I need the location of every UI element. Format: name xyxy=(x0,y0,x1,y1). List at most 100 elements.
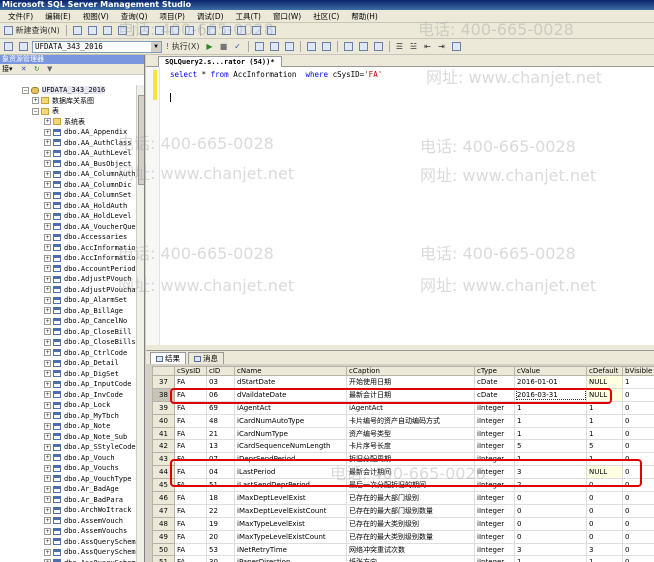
expand-icon[interactable]: + xyxy=(44,233,51,241)
tree-table-item[interactable]: + dbo.Ap_CancelNo xyxy=(0,316,136,327)
tab-results[interactable]: 结果 xyxy=(150,352,186,364)
cell-cName[interactable]: iMaxTypeLevelExist xyxy=(234,516,347,531)
cell-cSysID[interactable]: FA xyxy=(174,516,207,531)
tree-table-item[interactable]: + dbo.Ap_InputCode xyxy=(0,379,136,390)
expand-icon[interactable]: + xyxy=(44,391,51,399)
execute-button[interactable]: ! 执行(X) xyxy=(164,41,202,53)
expand-icon[interactable]: + xyxy=(44,328,51,336)
expand-icon[interactable]: + xyxy=(44,475,51,483)
database-select[interactable]: UFDATA_343_2016 ▼ xyxy=(32,40,162,53)
cell-bVisible[interactable]: 0 xyxy=(622,426,654,441)
menu-item-6[interactable]: 工具(T) xyxy=(230,11,267,22)
table-row[interactable]: 46 FA 18 iMaxDeptLevelExist 已存在的最大部门级别 iInteg… xyxy=(152,491,654,505)
cell-cID[interactable]: 21 xyxy=(206,426,235,441)
expand-icon[interactable]: + xyxy=(44,359,51,367)
tree-table-item[interactable]: + dbo.Ap_Note xyxy=(0,421,136,432)
cell-cType[interactable]: iInteger xyxy=(474,491,515,505)
new-file-button[interactable] xyxy=(71,25,84,37)
cell-cCaption[interactable]: 卡片编号的资产自动编码方式 xyxy=(346,413,475,428)
cell-cID[interactable]: 53 xyxy=(206,542,235,557)
table-row[interactable]: 50 FA 53 iNetRetryTime 网络冲突重试次数 iInteger 3 3 0 xyxy=(152,542,654,557)
cell-cName[interactable]: iMaxTypeLevelExistCount xyxy=(234,529,347,544)
cell-cSysID[interactable]: FA xyxy=(174,426,207,441)
uncomment-button[interactable]: ☱ xyxy=(408,41,420,53)
cell-cID[interactable]: 48 xyxy=(206,413,235,428)
tree-table-item[interactable]: + dbo.Ap_Vouch xyxy=(0,453,136,464)
tree-table-item[interactable]: + dbo.AdjustPVouch xyxy=(0,274,136,285)
tree-diagram-folder[interactable]: + 数据库关系图 xyxy=(0,96,136,107)
table-row[interactable]: 47 FA 22 iMaxDeptLevelExistCount 已存在的最大部门级别数… xyxy=(152,503,654,518)
explorer-toolbar[interactable]: 接▾ ✕ ↻ ▼ xyxy=(0,64,144,75)
expand-icon[interactable]: + xyxy=(44,496,51,504)
expand-icon[interactable]: + xyxy=(44,433,51,441)
column-header-cType[interactable]: cType xyxy=(474,366,515,376)
menu-item-0[interactable]: 文件(F) xyxy=(2,11,39,22)
tree-table-item[interactable]: + dbo.Ap_CloseBill xyxy=(0,327,136,338)
cell-cValue[interactable]: 0 xyxy=(514,491,587,505)
menu-item-4[interactable]: 项目(P) xyxy=(154,11,191,22)
tree-table-item[interactable]: + dbo.AA_BusObject xyxy=(0,159,136,170)
collapse-icon[interactable]: − xyxy=(32,107,39,115)
cell-cName[interactable]: iCardSequenceNumLength xyxy=(234,439,347,454)
tree-table-item[interactable]: + dbo.AccountPeriod xyxy=(0,264,136,275)
cell-cType[interactable]: iInteger xyxy=(474,503,515,518)
row-number[interactable]: 50 xyxy=(152,542,175,557)
cell-bVisible[interactable]: 0 xyxy=(622,529,654,544)
row-number[interactable]: 41 xyxy=(152,426,175,441)
properties-button[interactable] xyxy=(250,25,263,37)
query-designer-button[interactable] xyxy=(268,41,281,53)
tree-table-item[interactable]: + dbo.AA_Appendix xyxy=(0,127,136,138)
cell-cCaption[interactable]: 已存在的最大类别级别 xyxy=(346,516,475,531)
save-button[interactable] xyxy=(101,25,114,37)
expand-icon[interactable]: + xyxy=(44,370,51,378)
sql-editor[interactable]: select * from AccInformation where cSysI… xyxy=(146,67,654,345)
cell-cName[interactable]: iMaxDeptLevelExist xyxy=(234,491,347,505)
cell-cID[interactable]: 22 xyxy=(206,503,235,518)
dmx-query-button[interactable] xyxy=(168,25,181,37)
row-number[interactable]: 47 xyxy=(152,503,175,518)
cell-cDefault[interactable]: 0 xyxy=(586,516,623,531)
expand-icon[interactable]: + xyxy=(44,517,51,525)
cell-cDefault[interactable]: 1 xyxy=(586,413,623,428)
expand-icon[interactable]: + xyxy=(44,128,51,136)
cell-cType[interactable]: iInteger xyxy=(474,542,515,557)
tab-messages[interactable]: 消息 xyxy=(188,352,224,364)
expand-icon[interactable]: + xyxy=(44,191,51,199)
column-header-cDefault[interactable]: cDefault xyxy=(586,366,623,376)
tree-table-item[interactable]: + dbo.AssemVouch xyxy=(0,516,136,527)
tree-table-item[interactable]: + dbo.AdjustPVoucha xyxy=(0,285,136,296)
save-all-button[interactable] xyxy=(116,25,129,37)
cell-cCaption[interactable]: 资产编号类型 xyxy=(346,426,475,441)
cell-cDefault[interactable]: 0 xyxy=(586,529,623,544)
tree-table-item[interactable]: + dbo.AccInformatio xyxy=(0,253,136,264)
cell-bVisible[interactable]: 0 xyxy=(622,439,654,454)
cell-cCaption[interactable]: 纸张方向 xyxy=(346,555,475,562)
cell-cSysID[interactable]: FA xyxy=(174,491,207,505)
scrollbar-thumb[interactable] xyxy=(138,95,144,185)
tree-db-node[interactable]: − UFDATA_343_2016 xyxy=(0,85,136,96)
tree-system-tables[interactable]: + 系统表 xyxy=(0,117,136,128)
cell-cDefault[interactable]: 3 xyxy=(586,542,623,557)
cell-bVisible[interactable]: 0 xyxy=(622,491,654,505)
expand-icon[interactable]: + xyxy=(44,380,51,388)
table-row[interactable]: 40 FA 48 iCardNumAutoType 卡片编号的资产自动编码方式 iInte… xyxy=(152,413,654,428)
cell-cCaption[interactable]: 已存在的最大部门级别数量 xyxy=(346,503,475,518)
cell-cDefault[interactable]: 1 xyxy=(586,555,623,562)
expand-icon[interactable]: + xyxy=(44,139,51,147)
expand-icon[interactable]: + xyxy=(44,118,51,126)
specify-template-button[interactable] xyxy=(450,41,463,53)
cell-cName[interactable]: iCardNumAutoType xyxy=(234,413,347,428)
cell-cID[interactable]: 20 xyxy=(206,529,235,544)
table-row[interactable]: 37 FA 03 dStartDate 开始使用日期 cDate 2016-01-01 NUL… xyxy=(152,375,654,389)
cell-cCaption[interactable]: 开始使用日期 xyxy=(346,375,475,389)
tree-table-item[interactable]: + dbo.AssQuerySchem xyxy=(0,537,136,548)
column-header-cValue[interactable]: cValue xyxy=(514,366,587,376)
expand-icon[interactable]: + xyxy=(44,307,51,315)
tree-table-item[interactable]: + dbo.Ap_DigSet xyxy=(0,369,136,380)
row-number[interactable]: 48 xyxy=(152,516,175,531)
tree-table-item[interactable]: + dbo.Ar_BadPara xyxy=(0,495,136,506)
cell-cID[interactable]: 30 xyxy=(206,555,235,562)
cell-cSysID[interactable]: FA xyxy=(174,503,207,518)
row-number[interactable]: 46 xyxy=(152,491,175,505)
connect-icon[interactable] xyxy=(2,41,15,53)
